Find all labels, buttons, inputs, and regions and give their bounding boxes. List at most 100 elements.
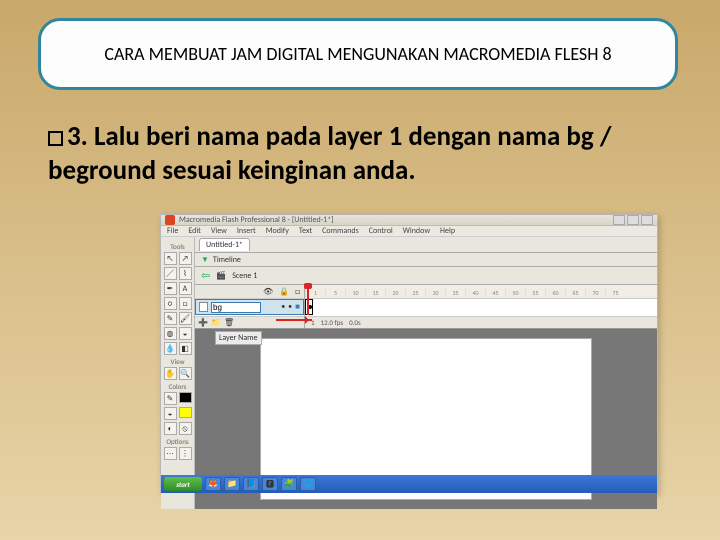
menu-insert[interactable]: Insert [237,226,256,236]
brush-tool-icon[interactable]: 🖌 [179,312,192,325]
tick: 20 [385,289,405,297]
menu-control[interactable]: Control [369,226,393,236]
scene-icon: 🎬 [216,271,226,281]
taskbar-item[interactable]: 📁 [224,477,240,491]
layer-name-input[interactable] [211,302,261,313]
tick: 25 [405,289,425,297]
zoom-tool-icon[interactable]: 🔍 [179,367,192,380]
subselect-tool-icon[interactable]: ↗ [179,252,192,265]
taskbar-item[interactable]: 🦊 [205,477,221,491]
step-number: 3. [67,120,88,153]
tick: 65 [565,289,585,297]
fill-color-swatch[interactable] [179,407,192,418]
tick: 50 [505,289,525,297]
tick: 70 [585,289,605,297]
eye-icon[interactable]: 👁 [263,287,273,297]
menu-file[interactable]: File [167,226,178,236]
menu-bar: File Edit View Insert Modify Text Comman… [161,226,657,237]
layer-page-icon [199,302,208,312]
option-b-icon[interactable]: ⋮ [179,447,192,460]
taskbar-item[interactable]: 🧩 [281,477,297,491]
toolbox-label-colors: Colors [169,382,187,391]
taskbar-item[interactable]: 📘 [243,477,259,491]
scene-name[interactable]: Scene 1 [232,271,257,281]
eraser-tool-icon[interactable]: ◧ [179,342,192,355]
add-layer-icon[interactable]: ➕ [198,318,208,328]
text-tool-icon[interactable]: A [179,282,192,295]
bw-swap-icon[interactable]: ◐ [164,422,177,435]
outline-icon[interactable]: □ [295,287,300,297]
disclosure-triangle-icon[interactable]: ▼ [201,255,209,265]
line-tool-icon[interactable]: ／ [164,267,177,280]
scene-bar: ⇦ 🎬 Scene 1 [195,267,657,285]
option-a-icon[interactable]: ⋯ [164,447,177,460]
tick: 30 [425,289,445,297]
slide-title-box: CARA MEMBUAT JAM DIGITAL MENGUNAKAN MACR… [38,18,678,90]
toolbox-label-view: View [170,357,184,366]
frame-ruler: 1 5 10 15 20 25 30 35 40 45 50 55 60 65 [305,285,657,299]
hand-tool-icon[interactable]: ✋ [164,367,177,380]
doc-tab[interactable]: Untitled-1* [199,238,250,251]
add-folder-icon[interactable]: 📁 [211,318,221,328]
taskbar-item[interactable]: 🌐 [300,477,316,491]
tick: 10 [345,289,365,297]
tick: 75 [605,289,625,297]
tick: 45 [485,289,505,297]
timeline-footer: 1 12.0 fps 0.0s [305,316,657,328]
playhead-icon[interactable] [307,285,309,315]
footer-fps: 12.0 fps [321,318,344,327]
timeline-panel: 👁 🔒 □ ••■ ➕ 📁 🗑 [195,285,657,329]
lasso-tool-icon[interactable]: ⌇ [179,267,192,280]
noColor-icon[interactable]: ⦸ [179,422,192,435]
stroke-color-swatch[interactable] [179,392,192,403]
menu-commands[interactable]: Commands [322,226,359,236]
timeline-label: Timeline [213,255,241,265]
oval-tool-icon[interactable]: ○ [164,297,177,310]
lock-icon[interactable]: 🔒 [279,287,289,297]
windows-taskbar: start 🦊 📁 📘 🅵 🧩 🌐 [161,475,657,493]
menu-edit[interactable]: Edit [188,226,201,236]
fill-bucket-icon: ◒ [164,407,177,420]
delete-layer-icon[interactable]: 🗑 [224,318,234,328]
tick: 15 [365,289,385,297]
main-area: Untitled-1* ▼ Timeline ⇦ 🎬 Scene 1 👁 🔒 □ [195,237,657,509]
tick: 5 [325,289,345,297]
start-button[interactable]: start [164,477,202,491]
inkbottle-tool-icon[interactable]: ◍ [164,327,177,340]
toolbox-label-tools: Tools [170,242,185,251]
toolbox-panel: Tools ↖ ↗ ／ ⌇ ✒ A ○ □ ✎ 🖌 ◍ ◒ 💧 ◧ View ✋… [161,237,195,509]
paintbucket-tool-icon[interactable]: ◒ [179,327,192,340]
footer-time: 0.0s [349,318,361,327]
taskbar-item[interactable]: 🅵 [262,477,278,491]
rect-tool-icon[interactable]: □ [179,297,192,310]
minimize-button[interactable] [613,215,625,225]
document-tabs: Untitled-1* [195,237,657,253]
pen-tool-icon[interactable]: ✒ [164,282,177,295]
layer-row[interactable]: ••■ [195,299,304,315]
selection-tool-icon[interactable]: ↖ [164,252,177,265]
window-title: Macromedia Flash Professional 8 - [Untit… [179,215,334,225]
eyedropper-tool-icon[interactable]: 💧 [164,342,177,355]
timeline-header[interactable]: ▼ Timeline [195,253,657,267]
close-button[interactable] [641,215,653,225]
window-titlebar[interactable]: Macromedia Flash Professional 8 - [Untit… [161,215,657,226]
annotation-label: Layer Name [215,331,262,345]
menu-text[interactable]: Text [299,226,312,236]
toolbox-label-options: Options [166,437,188,446]
frame-row[interactable] [305,299,657,315]
flash-app-icon [165,215,175,225]
layer-column: 👁 🔒 □ ••■ ➕ 📁 🗑 [195,285,305,328]
annotation-arrow-icon [276,319,312,321]
back-arrow-icon[interactable]: ⇦ [201,269,210,282]
pencil-tool-icon[interactable]: ✎ [164,312,177,325]
menu-window[interactable]: Window [403,226,430,236]
maximize-button[interactable] [627,215,639,225]
menu-modify[interactable]: Modify [266,226,289,236]
frames-column[interactable]: 1 5 10 15 20 25 30 35 40 45 50 55 60 65 [305,285,657,328]
menu-help[interactable]: Help [440,226,455,236]
tick: 60 [545,289,565,297]
slide-title: CARA MEMBUAT JAM DIGITAL MENGUNAKAN MACR… [104,43,611,66]
tick: 40 [465,289,485,297]
step-text: 3. Lalu beri nama pada layer 1 dengan na… [48,120,668,188]
menu-view[interactable]: View [211,226,227,236]
